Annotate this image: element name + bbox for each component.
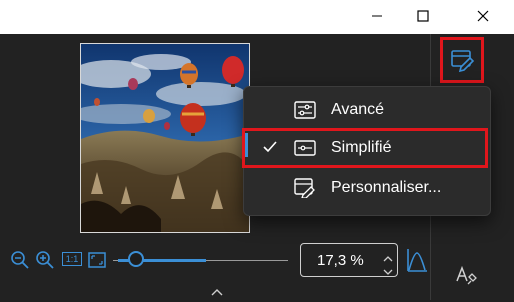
close-button[interactable] <box>466 0 500 32</box>
zoom-down-icon[interactable] <box>383 263 393 275</box>
minimize-icon <box>372 15 382 17</box>
customize-edit-icon <box>294 178 316 199</box>
advanced-sliders-icon <box>294 100 316 120</box>
menu-item-customize[interactable]: Personnaliser... <box>244 170 490 206</box>
maximize-button[interactable] <box>406 0 440 32</box>
menu-item-label: Avancé <box>331 101 385 118</box>
zoom-up-icon[interactable] <box>383 250 393 262</box>
balloon-landscape-image <box>81 44 249 232</box>
zoom-value-field[interactable]: 17,3 % <box>300 243 398 277</box>
simplified-highlight <box>242 128 488 168</box>
fit-to-window-icon[interactable] <box>87 250 107 270</box>
maximize-icon <box>417 10 429 22</box>
zoom-value: 17,3 % <box>317 251 364 269</box>
zoom-slider-track[interactable] <box>206 260 288 261</box>
zoom-out-icon[interactable] <box>10 250 30 270</box>
view-mode-button[interactable] <box>448 46 476 74</box>
image-preview[interactable] <box>80 43 250 233</box>
zoom-in-icon[interactable] <box>35 250 55 270</box>
title-bar <box>0 0 514 34</box>
chevron-up-icon[interactable] <box>210 284 224 296</box>
edit-view-icon <box>451 50 475 73</box>
menu-item-label: Personnaliser... <box>331 179 442 196</box>
text-effects-icon[interactable] <box>454 264 478 288</box>
minimize-button[interactable] <box>360 0 394 32</box>
menu-item-advanced[interactable]: Avancé <box>244 92 490 128</box>
close-icon <box>477 10 489 22</box>
zoom-slider-thumb[interactable] <box>128 251 144 267</box>
histogram-icon[interactable] <box>406 247 428 273</box>
actual-size-button[interactable]: 1:1 <box>62 252 82 266</box>
